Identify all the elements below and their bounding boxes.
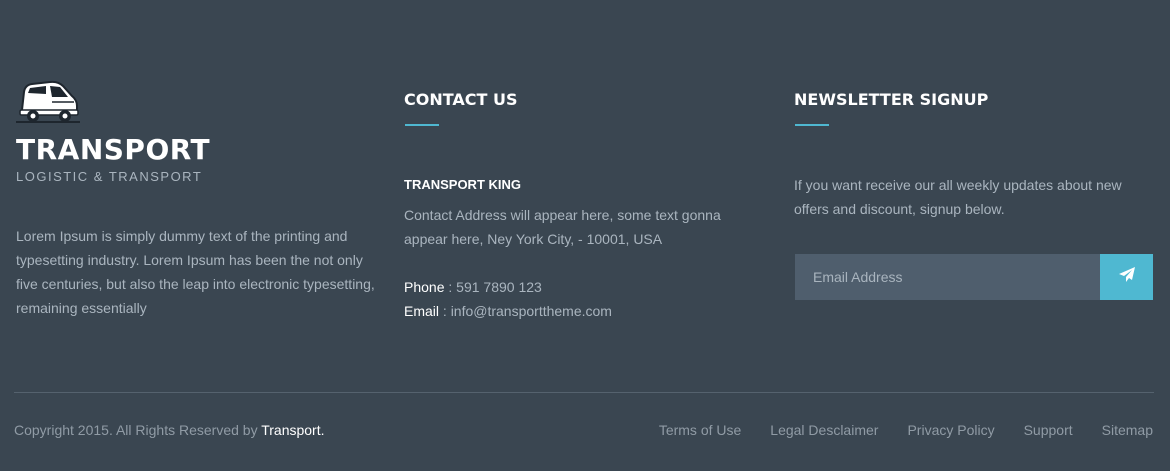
footer-link-privacy[interactable]: Privacy Policy — [907, 422, 994, 438]
phone-value[interactable]: 591 7890 123 — [456, 279, 542, 295]
newsletter-email-input[interactable] — [795, 254, 1100, 300]
footer-link-sitemap[interactable]: Sitemap — [1102, 422, 1153, 438]
copyright-brand-link[interactable]: Transport. — [261, 422, 324, 438]
brand-tagline: LOGISTIC & TRANSPORT — [16, 169, 203, 184]
phone-label: Phone — [404, 279, 445, 295]
footer-divider — [14, 392, 1154, 393]
contact-heading: CONTACT US — [404, 90, 518, 109]
newsletter-heading-underline — [795, 124, 829, 126]
truck-icon[interactable] — [16, 80, 80, 124]
footer-link-terms[interactable]: Terms of Use — [659, 422, 741, 438]
company-name: TRANSPORT KING — [404, 177, 521, 192]
footer-link-support[interactable]: Support — [1024, 422, 1073, 438]
contact-address: Contact Address will appear here, some t… — [404, 207, 721, 247]
copyright-text: Copyright 2015. All Rights Reserved by T… — [14, 422, 325, 438]
contact-heading-underline — [405, 124, 439, 126]
newsletter-text: If you want receive our all weekly updat… — [794, 177, 1122, 217]
phone-line: Phone : 591 7890 123 — [404, 279, 542, 295]
email-value[interactable]: info@transporttheme.com — [451, 303, 612, 319]
brand-name[interactable]: TRANSPORT — [16, 134, 210, 166]
email-line: Email : info@transporttheme.com — [404, 303, 612, 319]
footer-link-legal[interactable]: Legal Desclaimer — [770, 422, 878, 438]
newsletter-heading: NEWSLETTER SIGNUP — [794, 90, 989, 109]
footer-nav: Terms of Use Legal Desclaimer Privacy Po… — [659, 422, 1153, 438]
newsletter-submit-button[interactable] — [1100, 254, 1153, 300]
copyright-prefix: Copyright 2015. All Rights Reserved by — [14, 422, 262, 438]
paper-plane-icon — [1118, 266, 1136, 289]
brand-description: Lorem Ipsum is simply dummy text of the … — [16, 228, 375, 316]
email-label: Email — [404, 303, 440, 319]
